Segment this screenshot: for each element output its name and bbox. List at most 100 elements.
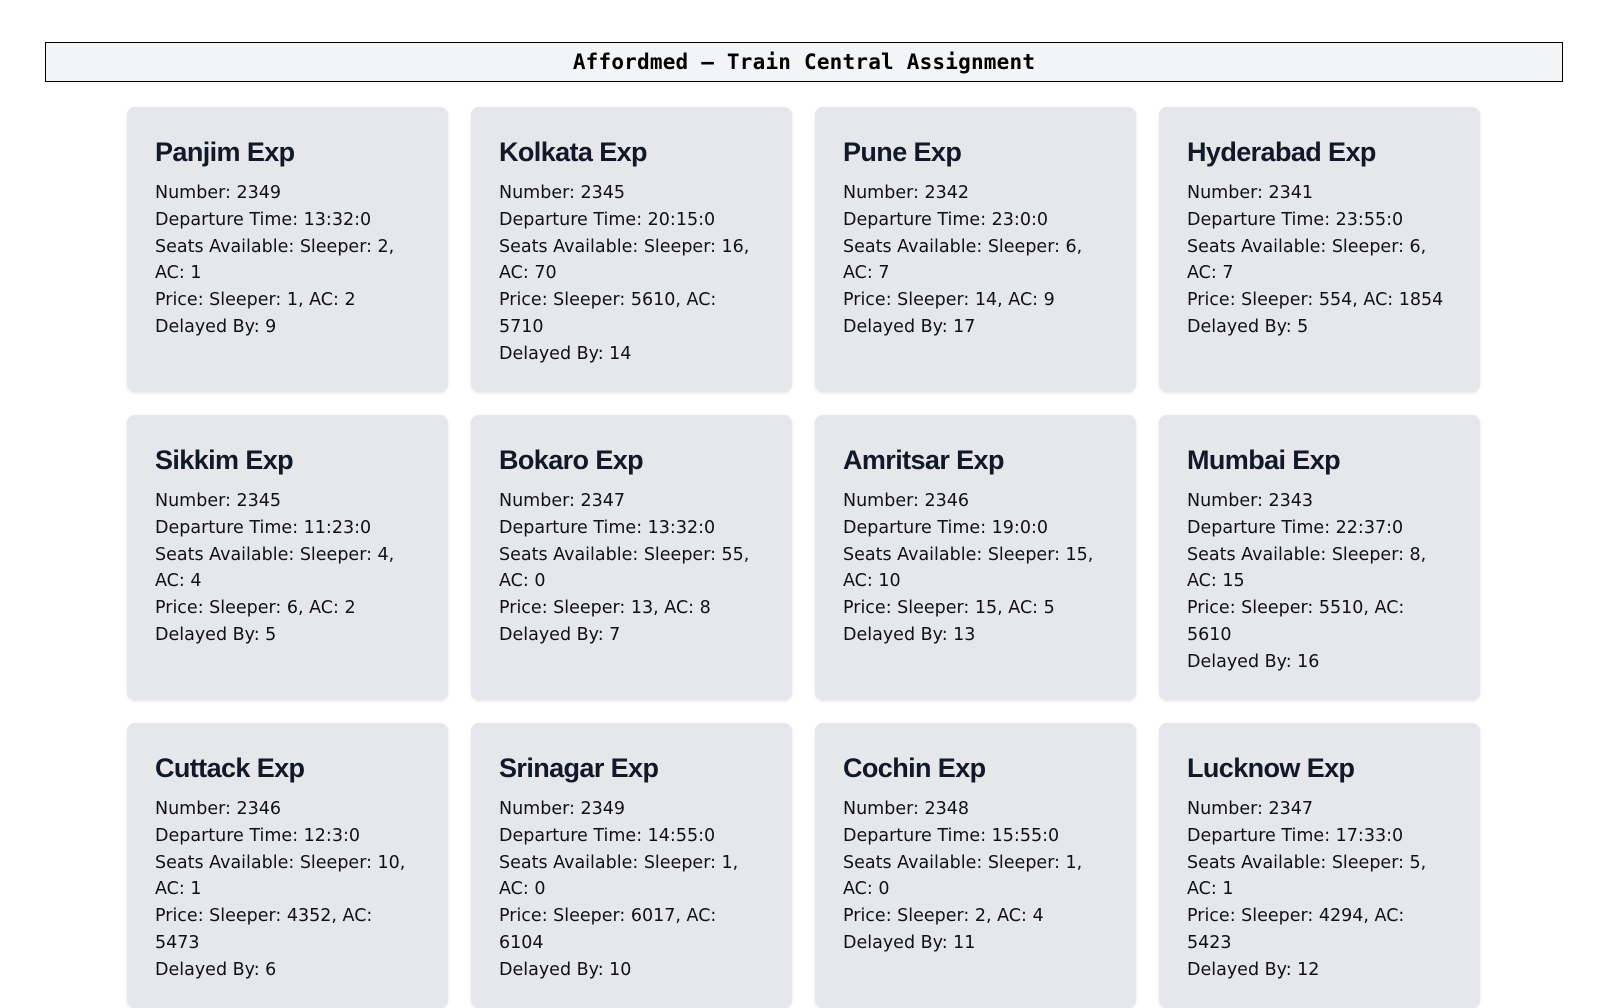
delay-label: Delayed By: xyxy=(1187,316,1298,337)
number-value: 2347 xyxy=(580,491,625,511)
train-number: Number: 2349 xyxy=(499,796,764,823)
delay-value: 13 xyxy=(953,624,976,645)
train-card: Hyderabad Exp Number: 2341 Departure Tim… xyxy=(1159,107,1480,392)
departure-label: Departure Time: xyxy=(499,517,648,538)
delayed-by: Delayed By: 11 xyxy=(843,930,1108,957)
delayed-by: Delayed By: 16 xyxy=(1187,649,1452,676)
seats-available: Seats Available: Sleeper: 1, AC: 0 xyxy=(499,850,764,904)
seats-available: Seats Available: Sleeper: 15, AC: 10 xyxy=(843,542,1108,596)
price: Price: Sleeper: 15, AC: 5 xyxy=(843,595,1108,622)
price-label: Price: xyxy=(843,906,898,927)
delay-label: Delayed By: xyxy=(155,959,266,980)
departure-time: Departure Time: 13:32:0 xyxy=(155,207,420,234)
departure-label: Departure Time: xyxy=(1187,517,1336,538)
train-number: Number: 2346 xyxy=(155,796,420,823)
seats-available: Seats Available: Sleeper: 2, AC: 1 xyxy=(155,234,420,288)
departure-time: Departure Time: 19:0:0 xyxy=(843,515,1108,542)
departure-time: Departure Time: 14:55:0 xyxy=(499,823,764,850)
price-value: Sleeper: 13, AC: 8 xyxy=(553,598,711,619)
departure-label: Departure Time: xyxy=(155,209,304,230)
train-card: Lucknow Exp Number: 2347 Departure Time:… xyxy=(1159,723,1480,1008)
number-value: 2341 xyxy=(1268,183,1313,203)
departure-time: Departure Time: 13:32:0 xyxy=(499,515,764,542)
number-label: Number: xyxy=(843,183,925,203)
seats-label: Seats Available: xyxy=(499,852,644,873)
departure-value: 13:32:0 xyxy=(647,517,716,538)
seats-label: Seats Available: xyxy=(499,236,644,257)
delay-value: 7 xyxy=(609,624,621,645)
delay-value: 9 xyxy=(265,316,277,337)
delay-label: Delayed By: xyxy=(155,316,266,337)
departure-value: 13:32:0 xyxy=(303,209,372,230)
departure-label: Departure Time: xyxy=(843,825,992,846)
departure-time: Departure Time: 15:55:0 xyxy=(843,823,1108,850)
train-name: Bokaro Exp xyxy=(499,445,644,475)
train-card: Pune Exp Number: 2342 Departure Time: 23… xyxy=(815,107,1136,392)
number-value: 2348 xyxy=(924,799,969,819)
delay-label: Delayed By: xyxy=(499,343,610,364)
train-card: Cochin Exp Number: 2348 Departure Time: … xyxy=(815,723,1136,1008)
price-value: Sleeper: 15, AC: 5 xyxy=(897,598,1055,619)
departure-time: Departure Time: 11:23:0 xyxy=(155,515,420,542)
delay-label: Delayed By: xyxy=(155,624,266,645)
price-value: Sleeper: 14, AC: 9 xyxy=(897,290,1055,311)
delay-value: 16 xyxy=(1297,651,1320,672)
departure-value: 23:0:0 xyxy=(991,209,1048,230)
train-name: Sikkim Exp xyxy=(155,445,294,475)
departure-time: Departure Time: 23:55:0 xyxy=(1187,207,1452,234)
number-label: Number: xyxy=(1187,799,1269,819)
train-name: Hyderabad Exp xyxy=(1187,137,1376,167)
train-name: Mumbai Exp xyxy=(1187,445,1341,475)
train-name: Cuttack Exp xyxy=(155,753,305,783)
delay-value: 5 xyxy=(265,624,277,645)
train-name: Pune Exp xyxy=(843,137,962,167)
train-card: Kolkata Exp Number: 2345 Departure Time:… xyxy=(471,107,792,392)
delayed-by: Delayed By: 5 xyxy=(1187,314,1452,341)
seats-label: Seats Available: xyxy=(843,852,988,873)
departure-value: 15:55:0 xyxy=(991,825,1060,846)
departure-label: Departure Time: xyxy=(843,517,992,538)
departure-label: Departure Time: xyxy=(155,517,304,538)
train-card: Amritsar Exp Number: 2346 Departure Time… xyxy=(815,415,1136,700)
price: Price: Sleeper: 13, AC: 8 xyxy=(499,595,764,622)
train-number: Number: 2345 xyxy=(155,488,420,515)
seats-available: Seats Available: Sleeper: 5, AC: 1 xyxy=(1187,850,1452,904)
train-name: Panjim Exp xyxy=(155,137,295,167)
departure-label: Departure Time: xyxy=(499,209,648,230)
train-name: Lucknow Exp xyxy=(1187,753,1355,783)
train-card: Srinagar Exp Number: 2349 Departure Time… xyxy=(471,723,792,1008)
number-value: 2342 xyxy=(924,183,969,203)
train-card: Cuttack Exp Number: 2346 Departure Time:… xyxy=(127,723,448,1008)
delayed-by: Delayed By: 10 xyxy=(499,957,764,984)
price-label: Price: xyxy=(499,906,554,927)
number-value: 2346 xyxy=(924,491,969,511)
seats-available: Seats Available: Sleeper: 10, AC: 1 xyxy=(155,850,420,904)
train-card: Mumbai Exp Number: 2343 Departure Time: … xyxy=(1159,415,1480,700)
delayed-by: Delayed By: 9 xyxy=(155,314,420,341)
delay-label: Delayed By: xyxy=(1187,651,1298,672)
delay-value: 5 xyxy=(1297,316,1309,337)
price-label: Price: xyxy=(499,598,554,619)
departure-time: Departure Time: 23:0:0 xyxy=(843,207,1108,234)
departure-value: 23:55:0 xyxy=(1335,209,1404,230)
train-number: Number: 2343 xyxy=(1187,488,1452,515)
seats-available: Seats Available: Sleeper: 6, AC: 7 xyxy=(1187,234,1452,288)
price: Price: Sleeper: 4294, AC: 5423 xyxy=(1187,903,1452,957)
price-value: Sleeper: 1, AC: 2 xyxy=(209,290,356,311)
price-label: Price: xyxy=(155,290,210,311)
seats-label: Seats Available: xyxy=(155,544,300,565)
price-label: Price: xyxy=(155,598,210,619)
seats-label: Seats Available: xyxy=(155,236,300,257)
seats-available: Seats Available: Sleeper: 8, AC: 15 xyxy=(1187,542,1452,596)
price-value: Sleeper: 2, AC: 4 xyxy=(897,906,1044,927)
departure-time: Departure Time: 22:37:0 xyxy=(1187,515,1452,542)
departure-time: Departure Time: 20:15:0 xyxy=(499,207,764,234)
delayed-by: Delayed By: 7 xyxy=(499,622,764,649)
number-label: Number: xyxy=(155,491,237,511)
delayed-by: Delayed By: 13 xyxy=(843,622,1108,649)
seats-available: Seats Available: Sleeper: 16, AC: 70 xyxy=(499,234,764,288)
delay-value: 14 xyxy=(609,343,632,364)
number-value: 2345 xyxy=(236,491,281,511)
delay-value: 12 xyxy=(1297,959,1320,980)
departure-label: Departure Time: xyxy=(499,825,648,846)
